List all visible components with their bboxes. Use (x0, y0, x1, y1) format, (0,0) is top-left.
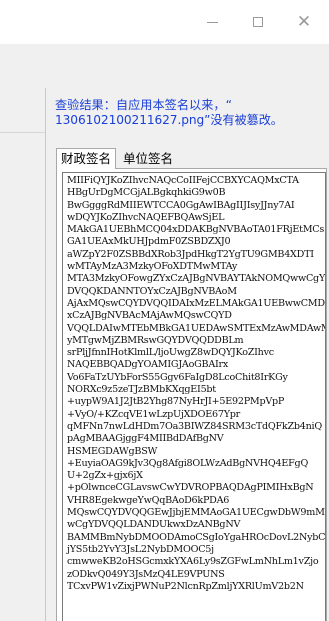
minimize-button[interactable] (189, 0, 235, 44)
left-pane-divider (0, 132, 45, 133)
result-line-2: 1306102100211627.png”没有被篡改。 (55, 113, 283, 127)
title-bar: ✕ (0, 0, 329, 44)
close-button[interactable]: ✕ (281, 0, 327, 44)
minimize-icon (206, 21, 218, 23)
certificate-text: MIIFiQYJKoZIhvcNAQcCoIIFejCCBXYCAQMxCTA … (67, 175, 326, 592)
close-icon: ✕ (296, 11, 312, 32)
tab-finance-signature[interactable]: 财政签名 (56, 148, 116, 169)
result-line-1: 查验结果：自应用本签名以来，“ (55, 98, 232, 112)
maximize-icon (253, 17, 263, 27)
maximize-button[interactable] (235, 0, 281, 44)
verification-result: 查验结果：自应用本签名以来，“ 1306102100211627.png”没有被… (55, 98, 325, 128)
left-pane (0, 44, 45, 621)
tab-unit-signature[interactable]: 单位签名 (119, 149, 181, 168)
vertical-divider (45, 88, 46, 621)
certificate-textbox[interactable]: MIIFiQYJKoZIhvcNAQcCoIIFejCCBXYCAQMxCTA … (62, 172, 326, 621)
